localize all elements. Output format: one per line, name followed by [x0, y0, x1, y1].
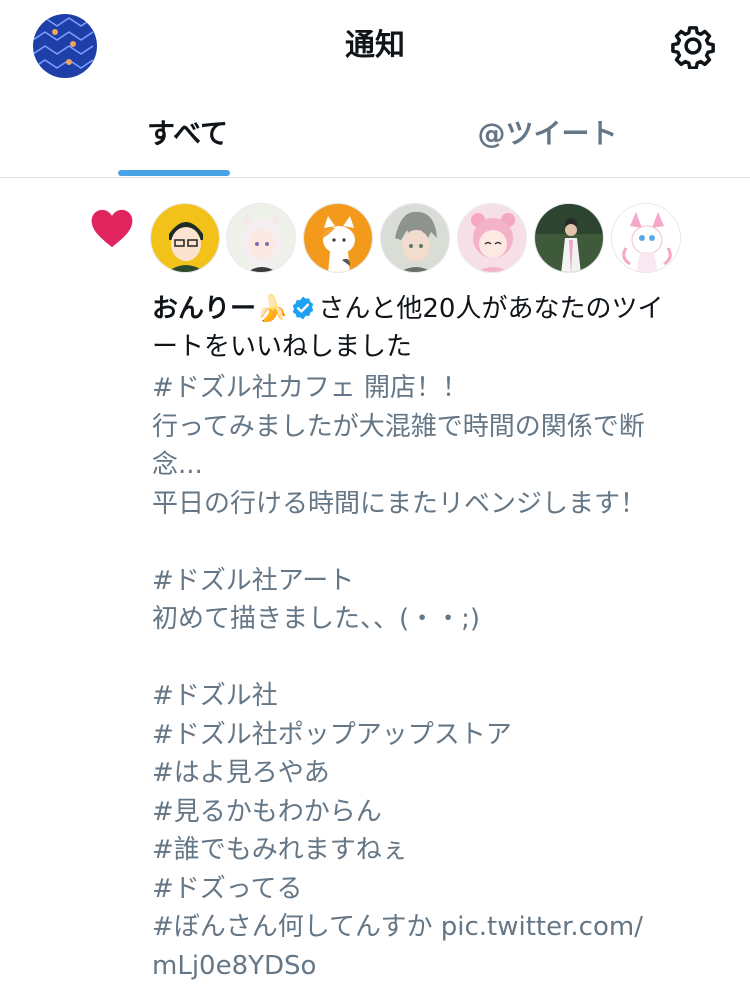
liker-avatars [150, 203, 690, 273]
tweet-line: 念... [152, 450, 203, 480]
tweet-line: 行ってみましたが大混雑で時間の関係で断 [152, 411, 645, 442]
active-tab-indicator [118, 170, 230, 176]
page-title: 通知 [345, 28, 405, 63]
tweet-line: #ドズってる [152, 873, 303, 904]
header-bar: 通知 [0, 0, 750, 92]
tweet-line: #ドズル社 [152, 681, 278, 711]
tweet-line: 平日の行ける時間にまたリベンジします！ [152, 488, 647, 519]
tweet-line: #ドズル社カフェ 開店！！ [152, 373, 469, 403]
liker-avatar[interactable] [457, 203, 527, 273]
tweet-text: #ドズル社カフェ 開店！！ 行ってみましたが大混雑で時間の関係で断 念... 平… [152, 369, 732, 985]
tweet-line: 初めて描きました、、(・・;) [152, 604, 481, 634]
liker-avatar[interactable] [303, 203, 373, 273]
tab-all[interactable]: すべて [0, 92, 375, 178]
tweet-line: mLj0e8YDSo [152, 950, 317, 981]
summary-text-cont: ートをいいねしました [152, 332, 413, 362]
notification-summary: おんりー🍌 さんと他20人があなたのツイ ートをいいねしました [152, 290, 722, 366]
gear-icon[interactable] [670, 23, 716, 70]
tweet-line: #はよ見ろやあ [152, 758, 330, 788]
heart-icon [90, 208, 134, 248]
liker-name[interactable]: おんりー🍌 [152, 294, 288, 324]
verified-badge-icon [290, 294, 316, 320]
liker-avatar[interactable] [226, 203, 296, 273]
notification-tabs: すべて @ツイート [0, 92, 750, 178]
tweet-line: #ドズル社ポップアップストア [152, 719, 512, 750]
summary-text: さんと他20人があなたのツイ [318, 294, 664, 324]
tweet-line: #誰でもみれますねぇ [152, 835, 408, 865]
liker-avatar[interactable] [150, 203, 220, 273]
liker-avatar[interactable] [380, 203, 450, 273]
tweet-line [152, 639, 732, 678]
tweet-line: #ぼんさん何してんすか pic.twitter.com/ [152, 912, 643, 942]
tweet-line: #ドズル社アート [152, 565, 355, 596]
tweet-line: #見るかもわからん [152, 796, 382, 827]
liker-avatar[interactable] [534, 203, 604, 273]
tab-mentions[interactable]: @ツイート [360, 92, 735, 178]
liker-avatar[interactable] [611, 203, 681, 273]
tweet-line [152, 523, 732, 562]
notification-item[interactable]: おんりー🍌 さんと他20人があなたのツイ ートをいいねしました #ドズル社カフェ … [0, 178, 750, 1005]
